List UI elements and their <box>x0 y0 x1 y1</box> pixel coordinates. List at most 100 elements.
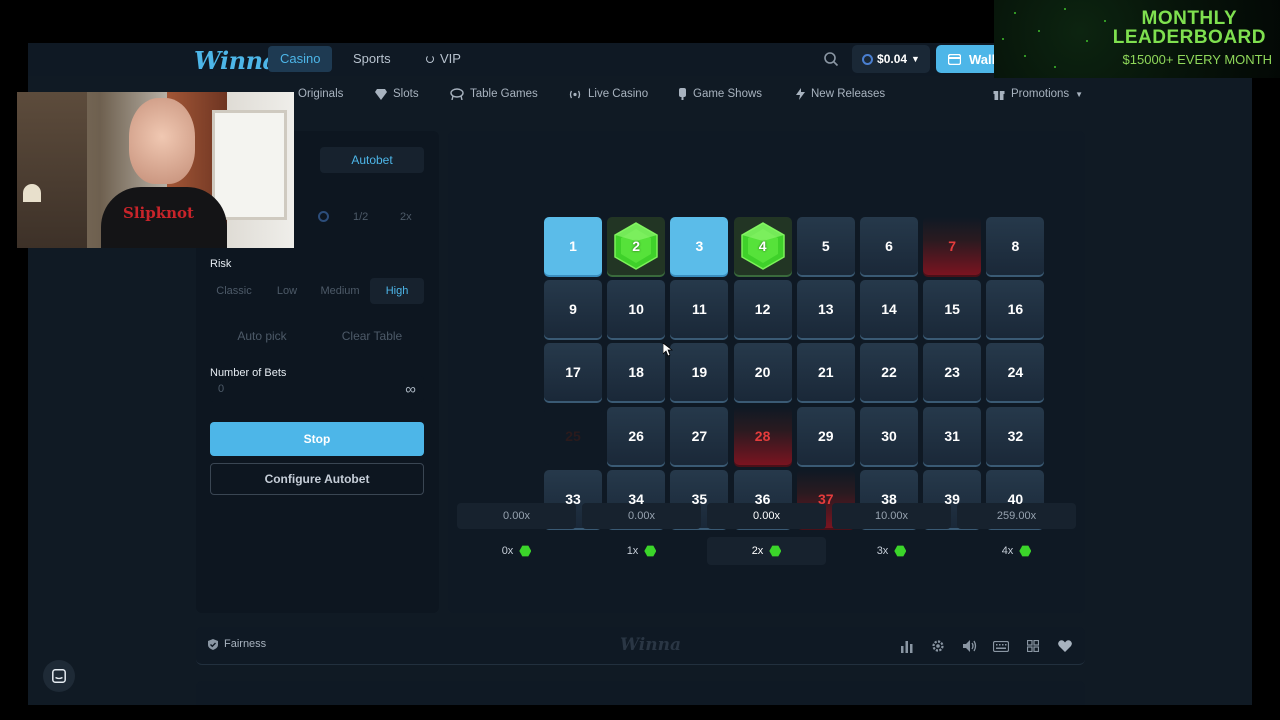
keno-tile-19[interactable]: 19 <box>670 343 729 402</box>
content-section <box>196 681 1085 705</box>
balance-dropdown[interactable]: $0.04 ▼ <box>852 45 930 73</box>
tile-number: 9 <box>569 301 577 318</box>
heart-icon <box>1058 640 1072 652</box>
tile-number: 21 <box>818 364 834 381</box>
tile-number: 22 <box>881 364 897 381</box>
hit-count: 4x <box>957 537 1076 565</box>
mouse-cursor-icon <box>663 343 673 357</box>
winna-logo[interactable]: Winna <box>194 46 278 75</box>
keno-tile-23[interactable]: 23 <box>923 343 982 402</box>
statistics-button[interactable] <box>898 637 916 655</box>
tile-number: 24 <box>1007 364 1024 381</box>
keno-tile-18[interactable]: 18 <box>607 343 666 402</box>
gem-icon <box>1019 545 1032 557</box>
tab-autobet[interactable]: Autobet <box>320 147 424 173</box>
keno-tile-32[interactable]: 32 <box>986 406 1045 465</box>
fairness-button[interactable]: Fairness <box>208 638 266 650</box>
subnav-table-games-label: Table Games <box>470 88 538 100</box>
subnav-new-releases-label: New Releases <box>811 88 886 100</box>
subnav-originals[interactable]: Originals <box>298 88 343 100</box>
tile-number: 29 <box>818 427 834 444</box>
subnav-new-releases[interactable]: New Releases <box>796 88 885 100</box>
keno-tile-26[interactable]: 26 <box>607 406 666 465</box>
number-of-bets-value: 0 <box>218 383 225 395</box>
risk-high-button[interactable]: High <box>370 278 424 304</box>
gift-icon <box>993 91 1005 100</box>
keno-tile-11[interactable]: 11 <box>670 280 729 339</box>
subnav-live-casino[interactable]: Live Casino <box>568 88 648 100</box>
risk-classic-button[interactable]: Classic <box>208 278 260 304</box>
number-of-bets-input[interactable]: 0 ∞ <box>210 376 424 402</box>
favorite-button[interactable] <box>1056 637 1074 655</box>
auto-pick-button[interactable]: Auto pick <box>210 322 314 350</box>
subnav-table-games[interactable]: Table Games <box>450 88 538 100</box>
clear-table-button[interactable]: Clear Table <box>320 322 424 350</box>
keno-tile-13[interactable]: 13 <box>796 280 855 339</box>
keno-tile-8[interactable]: 8 <box>986 217 1045 275</box>
settings-button[interactable] <box>929 637 947 655</box>
streamer-webcam: Slipknot <box>17 92 294 248</box>
sound-button[interactable] <box>961 637 979 655</box>
tile-number: 4 <box>758 238 767 254</box>
double-bet-button[interactable]: 2x <box>400 211 412 223</box>
tile-number: 30 <box>881 427 897 444</box>
keno-tile-10[interactable]: 10 <box>607 280 666 339</box>
keno-tile-27[interactable]: 27 <box>670 406 729 465</box>
keno-tile-9[interactable]: 9 <box>544 280 602 339</box>
hit-count: 2x <box>707 537 826 565</box>
risk-low-button[interactable]: Low <box>266 278 308 304</box>
speaker-icon <box>962 640 976 652</box>
keno-tile-28[interactable]: 28 <box>733 406 792 465</box>
footer-winna-logo: Winna <box>620 635 681 655</box>
keno-tile-3[interactable]: 3 <box>670 217 729 275</box>
keno-tile-5[interactable]: 5 <box>796 217 855 275</box>
tab-vip-label: VIP <box>440 51 461 66</box>
keno-tile-30[interactable]: 30 <box>860 406 918 465</box>
risk-medium-button[interactable]: Medium <box>314 278 366 304</box>
gear-icon <box>932 640 944 652</box>
tile-number: 37 <box>818 490 834 507</box>
keno-tile-14[interactable]: 14 <box>860 280 918 339</box>
tile-number: 3 <box>695 238 704 254</box>
subnav-game-shows-label: Game Shows <box>693 88 763 100</box>
game-footer-bar: Fairness Winna <box>196 627 1085 665</box>
infinity-icon[interactable]: ∞ <box>405 381 416 398</box>
tile-number: 12 <box>754 301 771 318</box>
keno-tile-20[interactable]: 20 <box>733 343 792 402</box>
search-button[interactable] <box>817 45 845 73</box>
tile-number: 7 <box>948 238 957 254</box>
payout-multiplier: 0.00x <box>707 503 826 529</box>
promotions-dropdown[interactable]: Promotions ▼ <box>993 88 1083 100</box>
layout-button[interactable] <box>1024 637 1042 655</box>
keno-tile-6[interactable]: 6 <box>860 217 918 275</box>
tab-sports[interactable]: Sports <box>341 46 403 72</box>
keno-tile-22[interactable]: 22 <box>860 343 918 402</box>
subnav-slots[interactable]: Slots <box>375 88 419 100</box>
configure-autobet-button[interactable]: Configure Autobet <box>210 463 424 495</box>
keno-tile-31[interactable]: 31 <box>923 406 982 465</box>
tab-vip[interactable]: VIP <box>414 46 473 72</box>
hit-count: 3x <box>832 537 951 565</box>
keno-tile-2[interactable]: 2 <box>607 217 666 275</box>
tile-number: 20 <box>754 364 771 381</box>
keno-tile-15[interactable]: 15 <box>923 280 982 339</box>
chat-button[interactable] <box>43 660 75 692</box>
subnav-game-shows[interactable]: Game Shows <box>678 88 762 100</box>
keno-tile-12[interactable]: 12 <box>733 280 792 339</box>
keno-tile-24[interactable]: 24 <box>986 343 1045 402</box>
tile-number: 17 <box>565 364 581 381</box>
keno-tile-4[interactable]: 4 <box>733 217 792 275</box>
keno-tile-25[interactable]: 25 <box>544 406 602 465</box>
keno-tile-16[interactable]: 16 <box>986 280 1045 339</box>
half-bet-button[interactable]: 1/2 <box>353 211 368 223</box>
keno-tile-7[interactable]: 7 <box>923 217 982 275</box>
keno-tile-29[interactable]: 29 <box>796 406 855 465</box>
keno-tile-21[interactable]: 21 <box>796 343 855 402</box>
keno-tile-1[interactable]: 1 <box>544 217 602 275</box>
subnav-originals-label: Originals <box>298 88 344 100</box>
tile-number: 11 <box>691 301 707 318</box>
tab-casino[interactable]: Casino <box>268 46 333 72</box>
hotkeys-button[interactable] <box>992 637 1010 655</box>
keno-tile-17[interactable]: 17 <box>544 343 602 402</box>
stop-button[interactable]: Stop <box>210 422 424 456</box>
